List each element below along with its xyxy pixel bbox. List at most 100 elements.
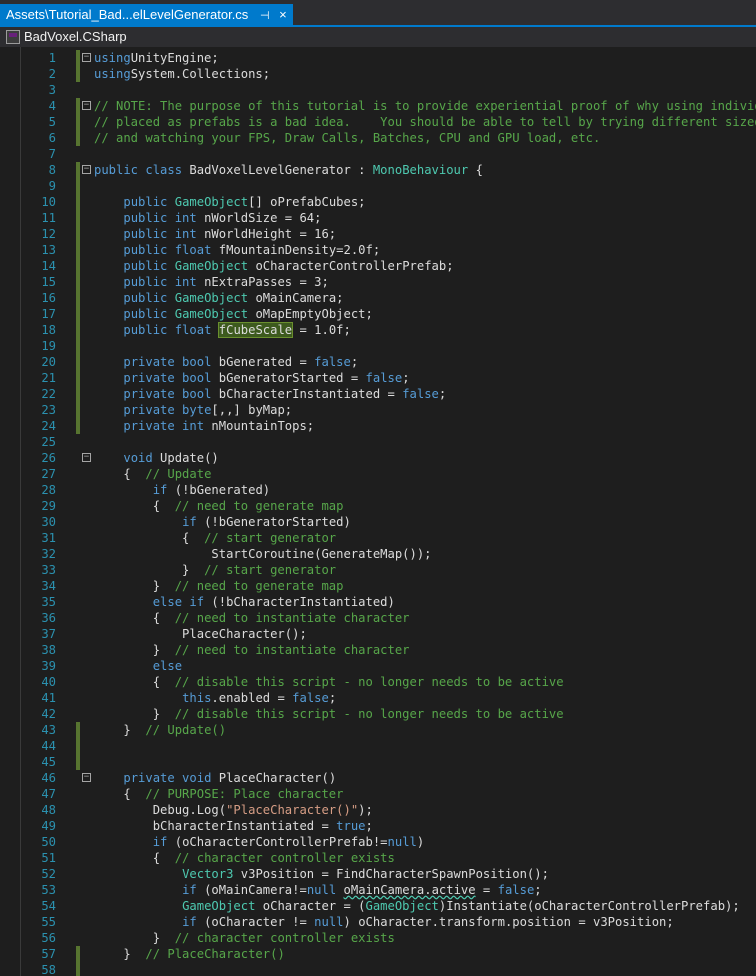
code-line[interactable]: 38 } // need to instantiate character (0, 642, 756, 658)
code-line[interactable]: 10 public GameObject[] oPrefabCubes; (0, 194, 756, 210)
collapse-icon[interactable]: − (82, 453, 91, 462)
code-line[interactable]: 23 private byte[,,] byMap; (0, 402, 756, 418)
keyword-token: public int (123, 275, 197, 289)
code-text: public float fMountainDensity=2.0f; (94, 242, 380, 258)
change-indicator (76, 50, 80, 66)
code-text: private int nMountainTops; (94, 418, 314, 434)
code-token: ); (358, 803, 373, 817)
change-indicator (76, 210, 80, 226)
code-token: = 1.0f; (292, 323, 351, 337)
code-line[interactable]: 20 private bool bGenerated = false; (0, 354, 756, 370)
code-line[interactable]: 48 Debug.Log("PlaceCharacter()"); (0, 802, 756, 818)
comment-token: // start generator (204, 563, 337, 577)
code-line[interactable]: 6 // and watching your FPS, Draw Calls, B… (0, 130, 756, 146)
change-indicator (76, 274, 80, 290)
code-line[interactable]: 53 if (oMainCamera!=null oMainCamera.act… (0, 882, 756, 898)
code-text: } // need to instantiate character (94, 642, 410, 658)
code-token: ; (438, 387, 447, 401)
code-token: bCharacterInstantiated = (94, 819, 337, 833)
code-line[interactable]: 8 − public class BadVoxelLevelGenerator : … (0, 162, 756, 178)
code-line[interactable]: 28 if (!bGenerated) (0, 482, 756, 498)
collapse-icon[interactable]: − (82, 165, 91, 174)
code-line[interactable]: 5 // placed as prefabs is a bad idea. You… (0, 114, 756, 130)
code-token: } (94, 563, 205, 577)
code-line[interactable]: 22 private bool bCharacterInstantiated =… (0, 386, 756, 402)
code-line[interactable]: 7 (0, 146, 756, 162)
code-line[interactable]: 17 public GameObject oMapEmptyObject; (0, 306, 756, 322)
code-line[interactable]: 52 Vector3 v3Position = FindCharacterSpa… (0, 866, 756, 882)
code-line[interactable]: 12 public int nWorldHeight = 16; (0, 226, 756, 242)
type-token: Vector3 (182, 867, 234, 881)
code-line[interactable]: 21 private bool bGeneratorStarted = fals… (0, 370, 756, 386)
code-line[interactable]: 1 − usingUnityEngine; (0, 50, 756, 66)
code-line[interactable]: 42 } // disable this script - no longer … (0, 706, 756, 722)
tab-bad-voxel-level-generator[interactable]: Assets\Tutorial_Bad...elLevelGenerator.c… (0, 4, 293, 25)
code-line[interactable]: 18 public float fCubeScale = 1.0f; (0, 322, 756, 338)
code-line[interactable]: 40 { // disable this script - no longer … (0, 674, 756, 690)
code-line[interactable]: 9 (0, 178, 756, 194)
close-icon[interactable]: × (279, 4, 287, 25)
code-line[interactable]: 56 } // character controller exists (0, 930, 756, 946)
code-line[interactable]: 33 } // start generator (0, 562, 756, 578)
code-line[interactable]: 15 public int nExtraPasses = 3; (0, 274, 756, 290)
code-line[interactable]: 46 − private void PlaceCharacter() (0, 770, 756, 786)
code-line[interactable]: 4 −// NOTE: The purpose of this tutorial … (0, 98, 756, 114)
comment-token: // start generator (204, 531, 337, 545)
pin-icon[interactable]: ⊣ (260, 6, 270, 27)
line-number: 26 (41, 451, 56, 465)
highlighted-reference: fCubeScale (217, 322, 294, 338)
code-line[interactable]: 45 (0, 754, 756, 770)
code-line[interactable]: 27 { // Update (0, 466, 756, 482)
code-line[interactable]: 36 { // need to instantiate character (0, 610, 756, 626)
code-line[interactable]: 19 (0, 338, 756, 354)
code-line[interactable]: 57 } // PlaceCharacter() (0, 946, 756, 962)
code-line[interactable]: 16 public GameObject oMainCamera; (0, 290, 756, 306)
project-navigation-bar[interactable]: BadVoxel.CSharp (0, 27, 756, 47)
code-line[interactable]: 50 if (oCharacterControllerPrefab!=null) (0, 834, 756, 850)
code-line[interactable]: 3 (0, 82, 756, 98)
code-line[interactable]: 44 (0, 738, 756, 754)
code-line[interactable]: 47 { // PURPOSE: Place character (0, 786, 756, 802)
code-line[interactable]: 31 { // start generator (0, 530, 756, 546)
code-line[interactable]: 29 { // need to generate map (0, 498, 756, 514)
change-indicator (76, 962, 80, 976)
code-line[interactable]: 51 { // character controller exists (0, 850, 756, 866)
code-line[interactable]: 39 else (0, 658, 756, 674)
code-line[interactable]: 30 if (!bGeneratorStarted) (0, 514, 756, 530)
code-line[interactable]: 24 private int nMountainTops; (0, 418, 756, 434)
comment-token: // need to generate map (174, 579, 344, 593)
change-indicator (76, 738, 80, 754)
collapse-icon[interactable]: − (82, 773, 91, 782)
code-line[interactable]: 55 if (oCharacter != null) oCharacter.tr… (0, 914, 756, 930)
code-editor[interactable]: 1− usingUnityEngine; 2 usingSystem.Collecti… (0, 47, 756, 976)
code-line[interactable]: 35 else if (!bCharacterInstantiated) (0, 594, 756, 610)
line-number: 10 (41, 195, 56, 209)
collapse-icon[interactable]: − (82, 101, 91, 110)
code-line[interactable]: 43 } // Update() (0, 722, 756, 738)
keyword-token: using (94, 67, 131, 81)
string-token: "PlaceCharacter()" (226, 803, 359, 817)
code-line[interactable]: 32 StartCoroutine(GenerateMap()); (0, 546, 756, 562)
code-line[interactable]: 34 } // need to generate map (0, 578, 756, 594)
line-number: 4 (48, 99, 56, 113)
code-line[interactable]: 37 PlaceCharacter(); (0, 626, 756, 642)
code-line[interactable]: 26 − void Update() (0, 450, 756, 466)
keyword-token: false (314, 355, 351, 369)
keyword-token: this (182, 691, 212, 705)
code-line[interactable]: 25 (0, 434, 756, 450)
code-line[interactable]: 13 public float fMountainDensity=2.0f; (0, 242, 756, 258)
code-line[interactable]: 11 public int nWorldSize = 64; (0, 210, 756, 226)
code-line[interactable]: 41 this.enabled = false; (0, 690, 756, 706)
code-text: public GameObject oMapEmptyObject; (94, 306, 373, 322)
code-line[interactable]: 58 (0, 962, 756, 976)
code-line[interactable]: 54 GameObject oCharacter = (GameObject)I… (0, 898, 756, 914)
code-line[interactable]: 14 public GameObject oCharacterControlle… (0, 258, 756, 274)
code-line[interactable]: 49 bCharacterInstantiated = true; (0, 818, 756, 834)
code-text: { // start generator (94, 530, 336, 546)
code-token: (!bCharacterInstantiated) (204, 595, 395, 609)
code-line[interactable]: 2 usingSystem.Collections; (0, 66, 756, 82)
code-token: oCharacter = ( (255, 899, 366, 913)
change-indicator (76, 130, 80, 146)
project-dropdown[interactable]: BadVoxel.CSharp (24, 27, 127, 47)
collapse-icon[interactable]: − (82, 53, 91, 62)
